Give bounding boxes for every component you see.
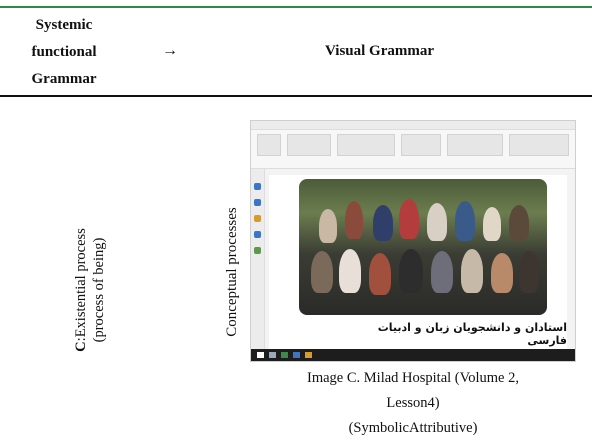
ribbon-toolbar bbox=[251, 121, 575, 169]
caption-line-2: Lesson4) bbox=[386, 395, 440, 411]
ribbon-group-3 bbox=[337, 134, 395, 156]
header-left-line-2: functional bbox=[31, 44, 97, 60]
image-caption: Image C. Milad Hospital (Volume 2, Lesso… bbox=[250, 366, 576, 441]
label-letter: C bbox=[73, 341, 89, 352]
tool-icon bbox=[254, 199, 261, 206]
right-arrow-icon: → bbox=[162, 42, 178, 59]
ribbon-group-5 bbox=[447, 134, 503, 156]
document-page: استادان و دانشجویان زبان و ادبیات فارسی bbox=[269, 175, 567, 351]
embedded-screenshot-image: استادان و دانشجویان زبان و ادبیات فارسی bbox=[250, 120, 576, 362]
group-photo bbox=[299, 179, 547, 315]
tool-icon bbox=[254, 215, 261, 222]
ribbon-group-1 bbox=[257, 134, 281, 156]
header-rule bbox=[0, 95, 592, 97]
header-left-line-3: Grammar bbox=[31, 71, 97, 87]
label-rest: :Existential process bbox=[73, 228, 89, 342]
start-icon bbox=[257, 352, 264, 358]
existential-process-label: C:Existential process (process of being) bbox=[72, 228, 108, 352]
taskbar-icon bbox=[281, 352, 288, 358]
taskbar-icon bbox=[305, 352, 312, 358]
caption-line-3: (SymbolicAttributive) bbox=[348, 420, 478, 436]
ribbon-group-4 bbox=[401, 134, 441, 156]
persian-caption: استادان و دانشجویان زبان و ادبیات فارسی bbox=[377, 321, 567, 347]
ribbon-group-6 bbox=[509, 134, 569, 156]
table-header-row: Systemic functional Grammar → Visual Gra… bbox=[0, 8, 592, 96]
ribbon-group-2 bbox=[287, 134, 331, 156]
header-visual-grammar: Visual Grammar bbox=[325, 43, 435, 59]
tool-icon bbox=[254, 231, 261, 238]
taskbar-icon bbox=[293, 352, 300, 358]
caption-line-1: Image C. Milad Hospital (Volume 2, bbox=[307, 370, 519, 386]
header-systemic-functional-grammar: Systemic functional Grammar bbox=[10, 12, 118, 93]
side-toolbar bbox=[251, 169, 265, 351]
label-line-2: (process of being) bbox=[91, 237, 107, 343]
header-left-line-1: Systemic bbox=[35, 17, 93, 33]
title-strip bbox=[251, 121, 575, 130]
tool-icon bbox=[254, 247, 261, 254]
conceptual-processes-label: Conceptual processes bbox=[224, 207, 240, 337]
tool-icon bbox=[254, 183, 261, 190]
taskbar-icon bbox=[269, 352, 276, 358]
taskbar bbox=[251, 349, 575, 361]
